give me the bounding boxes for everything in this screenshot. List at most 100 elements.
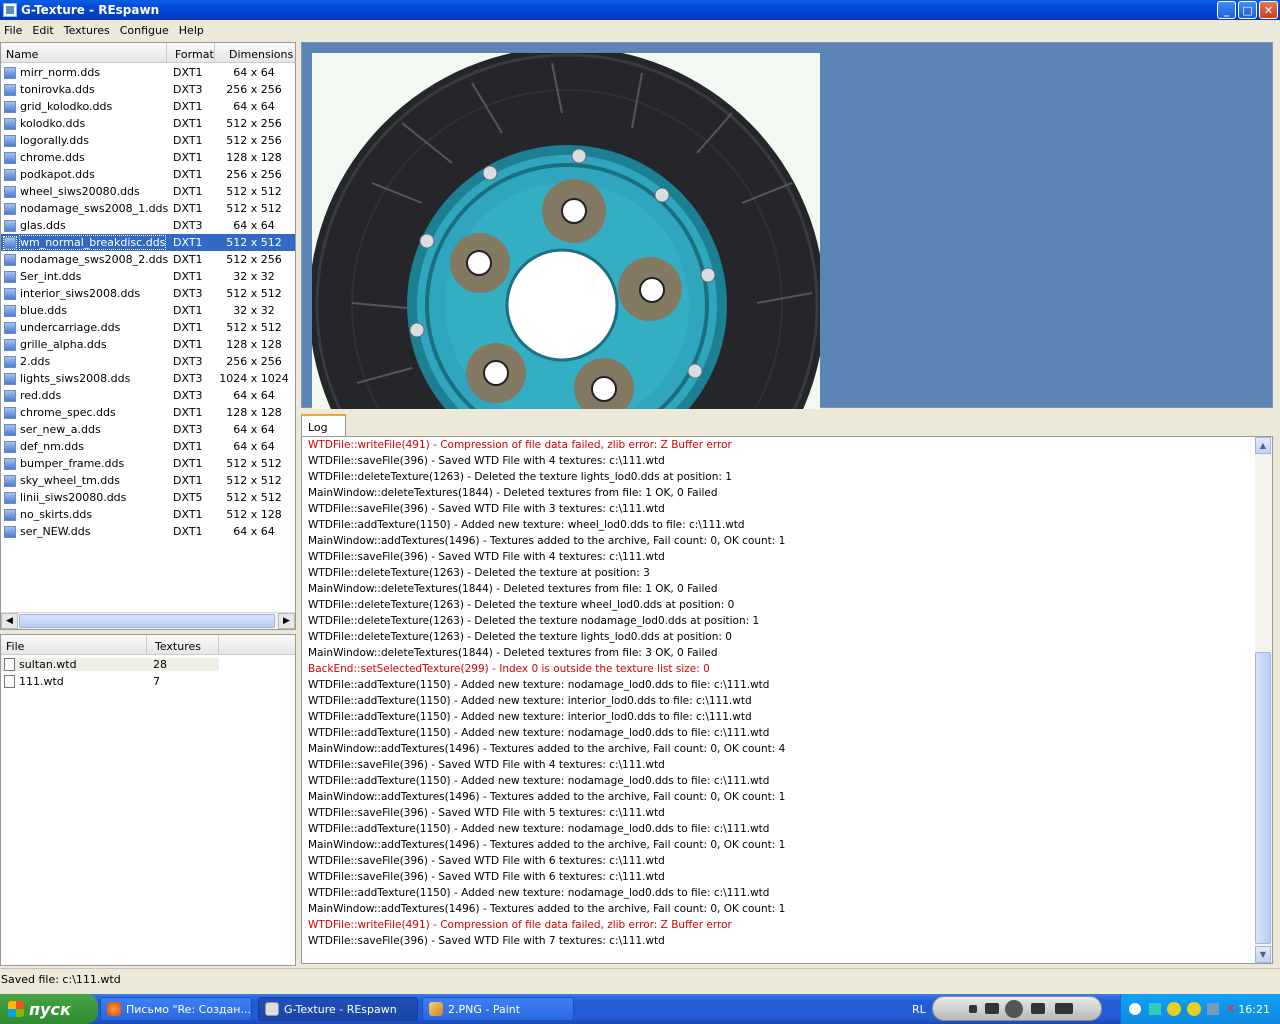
menu-help[interactable]: Help: [177, 24, 210, 37]
log-line: WTDFile::writeFile(491) - Compression of…: [308, 439, 732, 451]
texture-row[interactable]: podkapot.dds DXT1 256 x 256: [1, 166, 295, 183]
scroll-left-icon[interactable]: ◀: [1, 613, 18, 629]
texture-row[interactable]: def_nm.dds DXT1 64 x 64: [1, 438, 295, 455]
menu-file[interactable]: File: [2, 24, 28, 37]
play-pause-icon[interactable]: [1005, 1000, 1023, 1018]
texture-row[interactable]: grille_alpha.dds DXT1 128 x 128: [1, 336, 295, 353]
texture-row[interactable]: glas.dds DXT3 64 x 64: [1, 217, 295, 234]
log-panel[interactable]: WTDFile::writeFile(491) - Compression of…: [301, 436, 1273, 964]
document-icon: [4, 658, 15, 671]
texture-name: grille_alpha.dds: [20, 338, 107, 351]
firefox-icon: [107, 1002, 121, 1016]
tray-app-icon[interactable]: [1207, 1003, 1219, 1015]
texture-row[interactable]: nodamage_sws2008_1.dds DXT1 512 x 512: [1, 200, 295, 217]
menu-textures[interactable]: Textures: [62, 24, 116, 37]
texture-image: [312, 53, 820, 409]
texture-row[interactable]: linii_siws20080.dds DXT5 512 x 512: [1, 489, 295, 506]
texture-format: DXT1: [173, 270, 203, 283]
task-gtexture[interactable]: G-Texture - REspawn: [258, 997, 418, 1021]
task-firefox[interactable]: Письмо "Re: Создан...: [100, 997, 252, 1021]
texture-row[interactable]: 2.dds DXT3 256 x 256: [1, 353, 295, 370]
menu-configue[interactable]: Configue: [118, 24, 175, 37]
col-file-header[interactable]: File: [1, 635, 147, 654]
network-icon[interactable]: [1149, 1003, 1161, 1015]
smiley-icon[interactable]: [1167, 1002, 1181, 1016]
texture-dimensions: 512 x 256: [226, 134, 282, 147]
media-player-toolbar[interactable]: [932, 996, 1102, 1021]
texture-name: logorally.dds: [20, 134, 90, 147]
texture-row[interactable]: mirr_norm.dds DXT1 64 x 64: [1, 64, 295, 81]
texture-row[interactable]: tonirovka.dds DXT3 256 x 256: [1, 81, 295, 98]
clock[interactable]: 16:21: [1238, 1003, 1270, 1016]
start-button[interactable]: пуск: [0, 994, 98, 1024]
smiley-icon[interactable]: [1187, 1002, 1201, 1016]
stop-icon[interactable]: [969, 1005, 977, 1013]
texture-row[interactable]: no_skirts.dds DXT1 512 x 128: [1, 506, 295, 523]
title-bar: G-Texture - REspawn _ □ ✕: [0, 0, 1280, 20]
tab-log[interactable]: Log: [301, 414, 346, 438]
col-textures-header[interactable]: Textures: [147, 635, 219, 654]
texture-dimensions: 128 x 128: [226, 406, 282, 419]
task-paint[interactable]: 2.PNG - Paint: [422, 997, 574, 1021]
close-button[interactable]: ✕: [1259, 1, 1278, 19]
texture-name: linii_siws20080.dds: [20, 491, 127, 504]
log-line: WTDFile::addTexture(1150) - Added new te…: [308, 823, 770, 835]
texture-row[interactable]: red.dds DXT3 64 x 64: [1, 387, 295, 404]
texture-list[interactable]: Name Format Dimensions mirr_norm.dds DXT1…: [0, 42, 296, 630]
col-format-header[interactable]: Format: [167, 43, 215, 62]
texture-name: wheel_siws20080.dds: [20, 185, 140, 198]
texture-format: DXT1: [173, 134, 203, 147]
texture-row[interactable]: ser_NEW.dds DXT1 64 x 64: [1, 523, 295, 540]
texture-dimensions: 512 x 512: [226, 457, 282, 470]
texture-row[interactable]: wheel_siws20080.dds DXT1 512 x 512: [1, 183, 295, 200]
texture-row[interactable]: chrome.dds DXT1 128 x 128: [1, 149, 295, 166]
texture-row[interactable]: bumper_frame.dds DXT1 512 x 512: [1, 455, 295, 472]
antivirus-icon[interactable]: ✕: [1225, 1002, 1236, 1017]
texture-row[interactable]: interior_siws2008.dds DXT3 512 x 512: [1, 285, 295, 302]
show-hidden-icons-icon[interactable]: [1129, 1003, 1141, 1015]
texture-file-icon: [4, 151, 16, 164]
texture-dimensions: 512 x 512: [226, 287, 282, 300]
maximize-button[interactable]: □: [1238, 1, 1257, 19]
log-line: MainWindow::deleteTextures(1844) - Delet…: [308, 487, 718, 499]
texture-row[interactable]: blue.dds DXT1 32 x 32: [1, 302, 295, 319]
scroll-right-icon[interactable]: ▶: [278, 613, 295, 629]
texture-row[interactable]: undercarriage.dds DXT1 512 x 512: [1, 319, 295, 336]
app-icon: [3, 3, 17, 17]
col-name-header[interactable]: Name: [1, 43, 167, 62]
file-row[interactable]: 111.wtd 7: [1, 673, 219, 690]
texture-row[interactable]: sky_wheel_tm.dds DXT1 512 x 512: [1, 472, 295, 489]
texture-file-icon: [4, 83, 16, 96]
texture-row[interactable]: chrome_spec.dds DXT1 128 x 128: [1, 404, 295, 421]
next-icon[interactable]: [1031, 1003, 1045, 1014]
minimize-button[interactable]: _: [1217, 1, 1236, 19]
volume-icon[interactable]: [1055, 1003, 1073, 1014]
texture-row[interactable]: logorally.dds DXT1 512 x 256: [1, 132, 295, 149]
previous-icon[interactable]: [985, 1003, 999, 1014]
texture-row[interactable]: kolodko.dds DXT1 512 x 256: [1, 115, 295, 132]
texture-row[interactable]: grid_kolodko.dds DXT1 64 x 64: [1, 98, 295, 115]
file-row[interactable]: sultan.wtd 28: [1, 656, 219, 673]
file-list-header: File Textures: [1, 635, 295, 655]
texture-row[interactable]: Ser_int.dds DXT1 32 x 32: [1, 268, 295, 285]
texture-dimensions: 1024 x 1024: [219, 372, 289, 385]
texture-format: DXT3: [173, 83, 203, 96]
texture-format: DXT1: [173, 151, 203, 164]
texture-row[interactable]: nodamage_sws2008_2.dds DXT1 512 x 256: [1, 251, 295, 268]
log-line: WTDFile::saveFile(396) - Saved WTD File …: [308, 503, 665, 515]
texture-row[interactable]: wm_normal_breakdisc.dds DXT1 512 x 512: [1, 234, 295, 251]
scroll-up-icon[interactable]: ▲: [1255, 437, 1271, 454]
texture-row[interactable]: lights_siws2008.dds DXT3 1024 x 1024: [1, 370, 295, 387]
texture-file-icon: [4, 134, 16, 147]
language-indicator[interactable]: RL: [912, 1003, 926, 1016]
log-scroll-thumb[interactable]: [1255, 652, 1271, 944]
scroll-down-icon[interactable]: ▼: [1255, 946, 1271, 963]
file-list[interactable]: File Textures sultan.wtd 28 111.wtd 7: [0, 634, 296, 966]
vertical-scrollbar[interactable]: ▲ ▼: [1255, 437, 1272, 963]
texture-row[interactable]: ser_new_a.dds DXT3 64 x 64: [1, 421, 295, 438]
menu-edit[interactable]: Edit: [30, 24, 59, 37]
log-line: WTDFile::saveFile(396) - Saved WTD File …: [308, 455, 665, 467]
scroll-thumb[interactable]: [19, 614, 275, 628]
horizontal-scrollbar[interactable]: ◀ ▶: [1, 612, 295, 629]
col-dimensions-header[interactable]: Dimensions: [215, 43, 295, 62]
